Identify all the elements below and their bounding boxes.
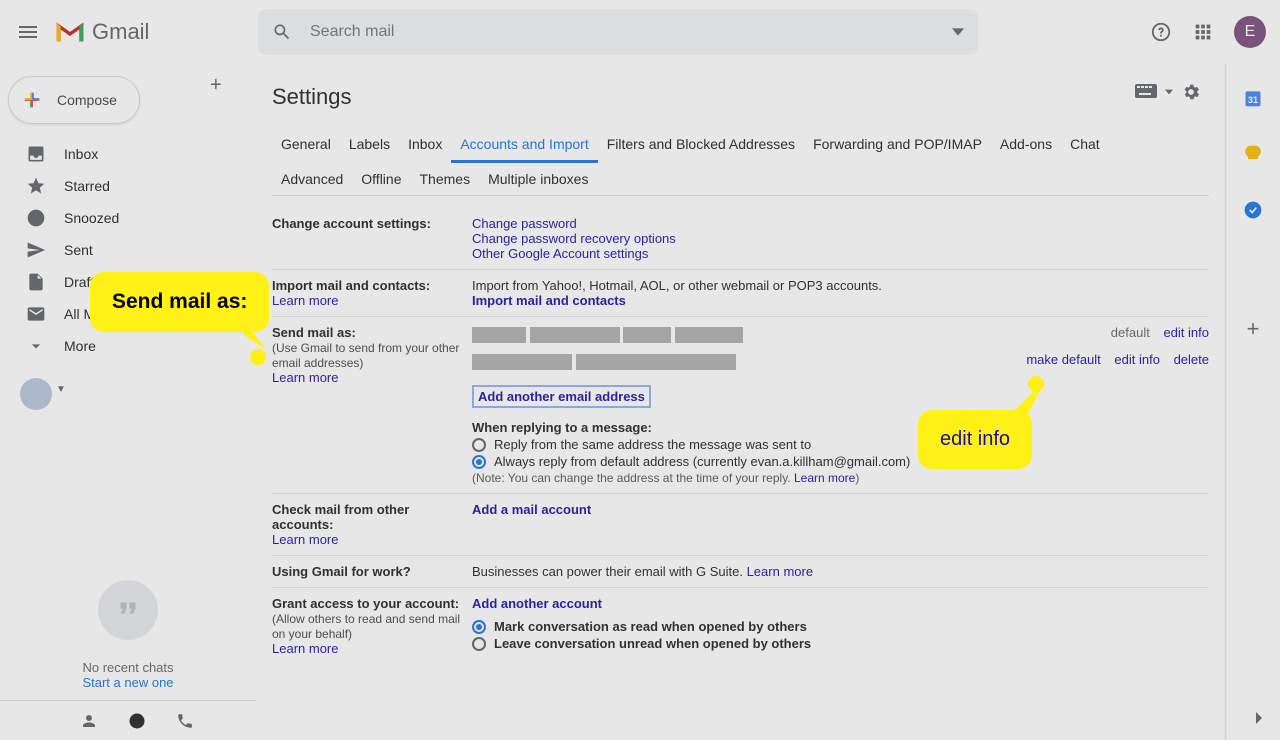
tab-addons[interactable]: Add-ons (991, 128, 1061, 163)
hamburger-menu-icon[interactable] (16, 20, 40, 44)
svg-text:31: 31 (1248, 95, 1258, 105)
sidebar: Compose Inbox Starred Snoozed Sent Draft… (0, 64, 256, 740)
callout-dot (1028, 376, 1044, 392)
gear-icon[interactable] (1181, 82, 1201, 102)
default-text: default (1111, 325, 1150, 340)
search-box[interactable] (258, 9, 978, 55)
sendas-learn-more-link[interactable]: Learn more (272, 370, 338, 385)
settings-title: Settings (272, 84, 1209, 110)
change-account-label: Change account settings: (272, 216, 472, 261)
tab-accounts-import[interactable]: Accounts and Import (451, 128, 597, 163)
mail-icon (26, 304, 46, 324)
nav-snoozed[interactable]: Snoozed (0, 202, 256, 234)
reply-note: (Note: You can change the address at the… (472, 471, 1209, 485)
import-learn-more-link[interactable]: Learn more (272, 293, 338, 308)
grant-learn-more[interactable]: Learn more (272, 641, 338, 656)
change-password-link[interactable]: Change password (472, 216, 577, 231)
leave-unread-radio[interactable]: Leave conversation unread when opened by… (472, 636, 1209, 651)
check-mail-learn-more[interactable]: Learn more (272, 532, 338, 547)
tab-filters[interactable]: Filters and Blocked Addresses (598, 128, 804, 163)
callout-dot (250, 349, 266, 365)
tab-forwarding[interactable]: Forwarding and POP/IMAP (804, 128, 991, 163)
add-mail-account-link[interactable]: Add a mail account (472, 502, 591, 517)
add-another-account-link[interactable]: Add another account (472, 596, 602, 611)
compose-button[interactable]: Compose (8, 76, 140, 124)
callout-send-mail-as: Send mail as: (96, 278, 263, 326)
reply-note-learn-more[interactable]: Learn more (794, 471, 855, 485)
help-icon[interactable] (1150, 21, 1172, 43)
hangouts-area: No recent chats Start a new one (0, 480, 256, 690)
make-default-link[interactable]: make default (1026, 352, 1100, 367)
tasks-icon[interactable] (1243, 200, 1263, 220)
search-input[interactable] (310, 23, 942, 41)
tab-advanced[interactable]: Advanced (272, 163, 352, 195)
search-options-icon[interactable] (952, 26, 964, 38)
input-tools-dropdown-icon[interactable] (1165, 89, 1173, 95)
gsuite-learn-more[interactable]: Learn more (747, 564, 813, 579)
apps-grid-icon[interactable] (1192, 21, 1214, 43)
new-chat-icon[interactable]: + (210, 74, 234, 98)
calendar-icon[interactable]: 31 (1243, 88, 1263, 108)
edit-info-link-1[interactable]: edit info (1163, 325, 1209, 340)
tab-chat[interactable]: Chat (1061, 128, 1109, 163)
star-icon (26, 176, 46, 196)
settings-tabs: General Labels Inbox Accounts and Import… (272, 128, 1209, 196)
other-account-settings-link[interactable]: Other Google Account settings (472, 246, 648, 261)
import-desc: Import from Yahoo!, Hotmail, AOL, or oth… (472, 278, 1209, 293)
keep-icon[interactable] (1243, 144, 1263, 164)
reply-default-address-radio[interactable]: Always reply from default address (curre… (472, 454, 1209, 469)
mark-read-radio[interactable]: Mark conversation as read when opened by… (472, 619, 1209, 634)
callout-edit-info: edit info (924, 416, 1026, 463)
hide-panel-icon[interactable] (1246, 706, 1270, 730)
app-header: Gmail E (0, 0, 1280, 64)
hangouts-bubble-icon[interactable] (128, 712, 146, 730)
plus-icon (21, 89, 43, 111)
send-mail-as-label: Send mail as: (Use Gmail to send from yo… (272, 325, 472, 485)
account-avatar[interactable]: E (1234, 16, 1266, 48)
settings-main: Settings General Labels Inbox Accounts a… (256, 64, 1226, 740)
gmail-text: Gmail (92, 19, 149, 45)
nav-sent[interactable]: Sent (0, 234, 256, 266)
nav-inbox[interactable]: Inbox (0, 138, 256, 170)
tab-multiple-inboxes[interactable]: Multiple inboxes (479, 163, 597, 195)
recovery-options-link[interactable]: Change password recovery options (472, 231, 676, 246)
delete-link[interactable]: delete (1174, 352, 1209, 367)
nav-more[interactable]: More (0, 330, 256, 362)
start-new-chat-link[interactable]: Start a new one (0, 675, 256, 690)
clock-icon (26, 208, 46, 228)
hangouts-icon (98, 580, 158, 640)
nav-starred[interactable]: Starred (0, 170, 256, 202)
phone-icon[interactable] (176, 712, 194, 730)
tab-inbox[interactable]: Inbox (399, 128, 451, 163)
file-icon (26, 272, 46, 292)
send-icon (26, 240, 46, 260)
input-tools-icon[interactable] (1135, 84, 1157, 100)
tab-labels[interactable]: Labels (340, 128, 399, 163)
chevron-down-icon (26, 336, 46, 356)
get-addons-icon[interactable]: + (1247, 316, 1260, 342)
hangouts-avatar[interactable] (20, 378, 52, 410)
tab-themes[interactable]: Themes (411, 163, 480, 195)
check-mail-label: Check mail from other accounts: Learn mo… (272, 502, 472, 547)
tab-offline[interactable]: Offline (352, 163, 410, 195)
bottom-bar (0, 700, 256, 740)
hangouts-dropdown-icon[interactable]: ▼ (56, 384, 66, 395)
gsuite-label: Using Gmail for work? (272, 564, 472, 579)
tab-general[interactable]: General (272, 128, 340, 163)
search-icon (272, 22, 292, 42)
no-chats-text: No recent chats (0, 660, 256, 675)
import-label: Import mail and contacts: Learn more (272, 278, 472, 308)
person-icon[interactable] (80, 712, 98, 730)
gmail-logo[interactable]: Gmail (54, 19, 149, 45)
import-mail-link[interactable]: Import mail and contacts (472, 293, 626, 308)
when-replying-label: When replying to a message: (472, 420, 1209, 435)
add-another-email-link[interactable]: Add another email address (478, 389, 645, 404)
reply-same-address-radio[interactable]: Reply from the same address the message … (472, 437, 1209, 452)
inbox-icon (26, 144, 46, 164)
grant-access-label: Grant access to your account: (Allow oth… (272, 596, 472, 656)
edit-info-link-2[interactable]: edit info (1114, 352, 1160, 367)
side-panel: 31 + (1226, 64, 1280, 740)
